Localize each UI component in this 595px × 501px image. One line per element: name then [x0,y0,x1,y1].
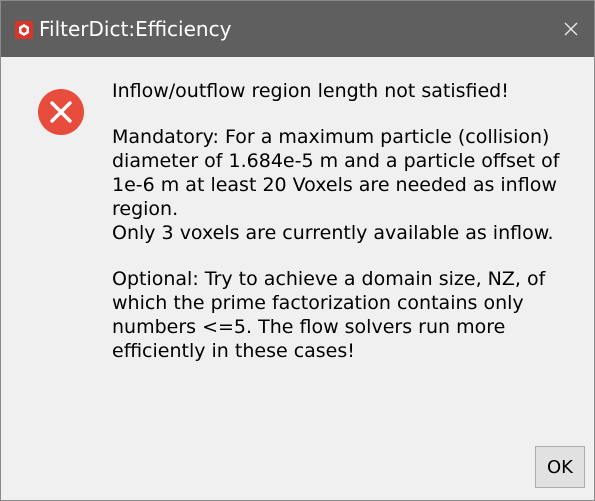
message-line: Inflow/outflow region length not satisfi… [112,80,509,102]
error-icon [38,89,84,135]
message-line: which the prime factorization contains o… [112,292,524,314]
close-icon [564,22,578,36]
message-line: Mandatory: For a maximum particle (colli… [112,126,550,148]
ok-button[interactable]: OK [535,446,585,488]
message-dialog: FilterDict:Efficiency Inflow/outflow reg… [0,0,595,501]
message-line: efficiently in these cases! [112,340,355,362]
close-button[interactable] [548,1,594,57]
app-logo-icon [15,21,33,39]
title-bar: FilterDict:Efficiency [1,1,594,57]
message-line: numbers <=5. The flow solvers run more [112,316,506,338]
message-line: region. [112,198,179,220]
message-line: diameter of 1.684e-5 m and a particle of… [112,150,560,172]
message-text: Inflow/outflow region length not satisfi… [112,79,582,363]
message-line: Only 3 voxels are currently available as… [112,222,554,244]
message-line: 1e-6 m at least 20 Voxels are needed as … [112,174,557,196]
message-line: Optional: Try to achieve a domain size, … [112,268,546,290]
window-title: FilterDict:Efficiency [39,17,232,41]
